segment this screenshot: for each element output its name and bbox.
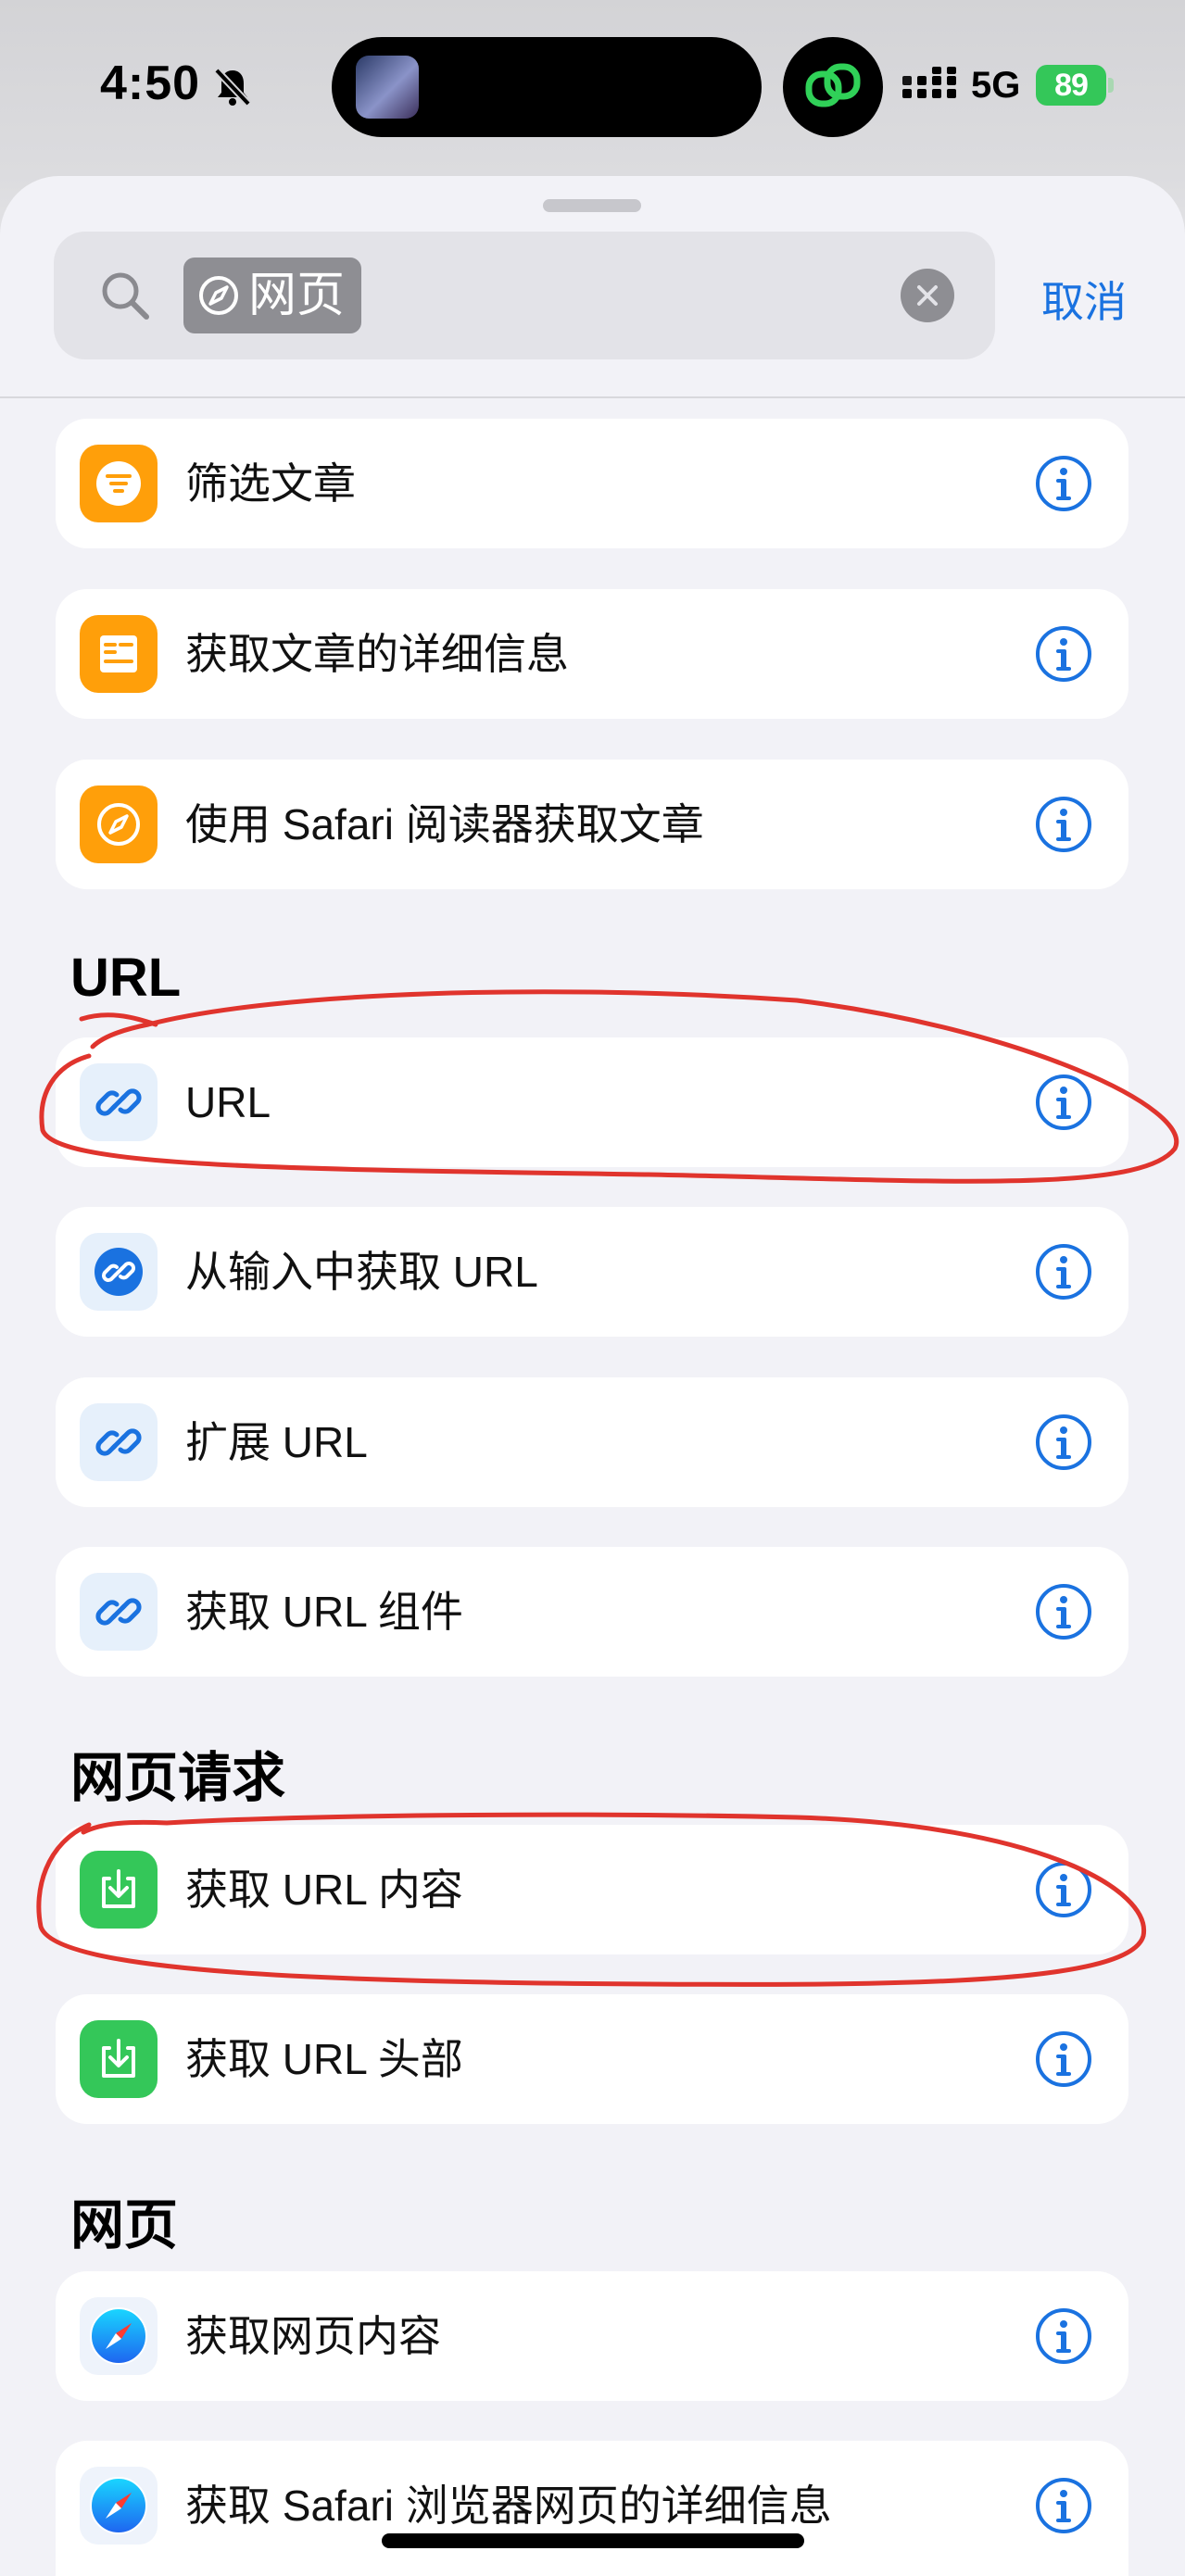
info-icon[interactable] bbox=[1034, 454, 1093, 513]
battery-level: 89 bbox=[1036, 65, 1106, 106]
silent-bell-icon bbox=[214, 68, 251, 107]
info-icon[interactable] bbox=[1034, 1073, 1093, 1132]
action-card-expand-url[interactable]: 扩展 URL bbox=[56, 1377, 1128, 1507]
action-card-get-url-contents[interactable]: 获取 URL 内容 bbox=[56, 1825, 1128, 1954]
action-label: 获取网页内容 bbox=[185, 2312, 441, 2360]
info-icon[interactable] bbox=[1034, 1860, 1093, 1919]
action-label: 获取 URL 头部 bbox=[185, 2035, 463, 2083]
action-card-get-webpage-contents[interactable]: 获取网页内容 bbox=[56, 2271, 1128, 2401]
action-label: 筛选文章 bbox=[185, 459, 356, 508]
action-label: 扩展 URL bbox=[185, 1418, 368, 1466]
section-header-web-requests: 网页请求 bbox=[70, 1748, 286, 1808]
filter-list-icon bbox=[80, 445, 158, 522]
safari-icon bbox=[80, 2467, 158, 2545]
action-card-safari-webpage-details[interactable]: 获取 Safari 浏览器网页的详细信息 bbox=[56, 2441, 1128, 2576]
link-icon bbox=[80, 1063, 158, 1141]
link-icon bbox=[80, 1403, 158, 1481]
action-label: 获取文章的详细信息 bbox=[185, 630, 569, 678]
search-icon bbox=[102, 272, 149, 320]
action-label: 获取 Safari 浏览器网页的详细信息 bbox=[185, 2482, 832, 2530]
close-icon bbox=[917, 285, 938, 306]
now-playing-thumbnail[interactable] bbox=[356, 56, 419, 119]
clear-search-button[interactable] bbox=[901, 269, 954, 322]
action-card-get-urls-from-input[interactable]: 从输入中获取 URL bbox=[56, 1207, 1128, 1337]
compass-icon bbox=[80, 785, 158, 863]
safari-icon bbox=[80, 2297, 158, 2375]
action-card-article-details[interactable]: 获取文章的详细信息 bbox=[56, 589, 1128, 719]
cancel-button[interactable]: 取消 bbox=[1041, 269, 1127, 330]
sheet-grabber[interactable] bbox=[543, 199, 641, 212]
action-card-get-url-headers[interactable]: 获取 URL 头部 bbox=[56, 1994, 1128, 2124]
section-header-url: URL bbox=[70, 948, 182, 1008]
search-field[interactable]: 网页 bbox=[54, 232, 995, 359]
action-label: URL bbox=[185, 1078, 271, 1126]
shortcuts-screen: 4:50 5G 89 网页 取消 筛选文章 获取文章的详细信息 使用 Safar… bbox=[0, 0, 1185, 2576]
article-icon bbox=[80, 615, 158, 693]
info-icon[interactable] bbox=[1034, 2029, 1093, 2089]
info-icon[interactable] bbox=[1034, 2476, 1093, 2535]
battery-tip bbox=[1108, 78, 1114, 93]
action-label: 使用 Safari 阅读器获取文章 bbox=[185, 800, 704, 848]
info-icon[interactable] bbox=[1034, 1582, 1093, 1641]
action-card-safari-reader[interactable]: 使用 Safari 阅读器获取文章 bbox=[56, 760, 1128, 889]
link-icon bbox=[80, 1233, 158, 1311]
search-category-token[interactable]: 网页 bbox=[183, 258, 362, 333]
info-icon[interactable] bbox=[1034, 2306, 1093, 2366]
compass-icon bbox=[199, 276, 238, 315]
home-indicator[interactable] bbox=[382, 2533, 804, 2548]
hotspot-indicator[interactable] bbox=[783, 37, 883, 137]
action-card-get-url-components[interactable]: 获取 URL 组件 bbox=[56, 1547, 1128, 1677]
action-label: 获取 URL 组件 bbox=[185, 1588, 463, 1636]
info-icon[interactable] bbox=[1034, 1413, 1093, 1472]
info-icon[interactable] bbox=[1034, 1242, 1093, 1301]
cellular-signal-icon bbox=[902, 67, 956, 98]
token-label: 网页 bbox=[248, 269, 346, 322]
link-icon bbox=[80, 1573, 158, 1651]
section-header-web-pages: 网页 bbox=[70, 2195, 179, 2256]
info-icon[interactable] bbox=[1034, 795, 1093, 854]
download-icon bbox=[80, 2020, 158, 2098]
network-type: 5G bbox=[971, 65, 1021, 106]
action-label: 获取 URL 内容 bbox=[185, 1866, 463, 1914]
search-divider bbox=[0, 396, 1185, 398]
status-time: 4:50 bbox=[100, 57, 201, 110]
link-rings-icon bbox=[805, 63, 861, 107]
action-label: 从输入中获取 URL bbox=[185, 1248, 538, 1296]
action-card-url[interactable]: URL bbox=[56, 1037, 1128, 1167]
download-icon bbox=[80, 1851, 158, 1929]
info-icon[interactable] bbox=[1034, 624, 1093, 684]
action-card-filter-articles[interactable]: 筛选文章 bbox=[56, 419, 1128, 548]
